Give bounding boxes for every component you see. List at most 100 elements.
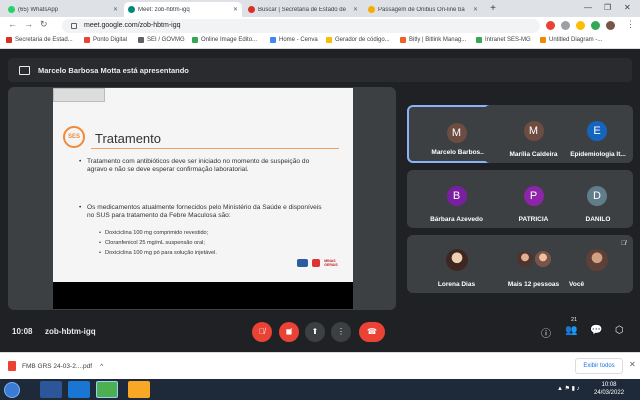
- forward-icon[interactable]: →: [24, 19, 33, 29]
- tab-title: Passagem de Ônibus On-line ba: [378, 6, 465, 13]
- avatar: M: [523, 121, 544, 141]
- participant-tile[interactable]: D DANILO: [561, 170, 633, 228]
- slide-subbullet: Doxiciclina 100 mg comprimido revestido;: [99, 230, 208, 237]
- bookmarks-bar: Secretaria de Estad... Ponto Digital SEI…: [0, 35, 640, 49]
- share-icon[interactable]: [561, 21, 570, 30]
- chevron-up-icon[interactable]: ^: [100, 363, 103, 370]
- participant-name: Você: [569, 281, 585, 288]
- self-photo: [586, 249, 608, 271]
- downloads-bar: FMB GRS 24-03-2....pdf ^ Exibir todos ✕: [0, 352, 640, 379]
- participant-name: Epidemiologia It...: [570, 151, 626, 158]
- maximize-icon[interactable]: ❐: [604, 3, 611, 12]
- meet-icon: [128, 6, 135, 13]
- new-tab-button[interactable]: +: [487, 3, 499, 15]
- tab-secretaria[interactable]: Buscar | Secretaria de Estado de ✕: [244, 2, 362, 17]
- close-icon[interactable]: ✕: [233, 6, 238, 13]
- bookmark-item[interactable]: SEI / GOVMG: [138, 37, 185, 43]
- word-icon[interactable]: [40, 381, 62, 398]
- tab-meet[interactable]: Meet: zob-hbtm-igq ✕: [124, 2, 242, 17]
- slide-letterbox: [53, 282, 353, 309]
- chat-icon[interactable]: 💬: [590, 325, 602, 336]
- bookmark-item[interactable]: Bitly | Bitlink Manag...: [400, 37, 466, 43]
- more-options-button[interactable]: ⋮: [331, 322, 351, 342]
- show-all-button[interactable]: Exibir todos: [575, 358, 623, 374]
- minimize-icon[interactable]: —: [584, 3, 592, 12]
- meeting-code: zob-hbtm-igq: [45, 327, 96, 336]
- address-bar-row: ← → ↻ meet.google.com/zob-hbtm-igq ⋮: [0, 17, 640, 35]
- meeting-time: 10:08: [12, 327, 33, 336]
- camera-indicator-icon[interactable]: [546, 21, 555, 30]
- back-icon[interactable]: ←: [8, 19, 17, 29]
- slide-bullet: Os medicamentos atualmente fornecidos pe…: [79, 204, 327, 220]
- tab-title: Meet: zob-hbtm-igq: [138, 6, 190, 13]
- reload-icon[interactable]: ↻: [40, 19, 48, 30]
- meeting-controls: 10:08 zob-hbtm-igq 🎙̸ ◼̸ ⬆ ⋮ ☎ ⓘ 21 👥 💬 …: [0, 317, 640, 346]
- avatar: P: [523, 186, 544, 206]
- url-input[interactable]: meet.google.com/zob-hbtm-igq: [62, 19, 540, 33]
- slideshow-toolbar: [53, 88, 105, 102]
- slide-subbullet: Doxiciclina 100 mg pó para solução injet…: [99, 250, 217, 257]
- slide-title: Tratamento: [95, 131, 161, 146]
- presentation-stage[interactable]: SES Tratamento Tratamento com antibiótic…: [8, 87, 396, 310]
- participant-name: DANILO: [585, 216, 611, 223]
- camera-toggle-button[interactable]: ◼̸: [279, 322, 299, 342]
- system-clock[interactable]: 10:08 24/03/2022: [594, 381, 624, 397]
- browser-tab-bar: (65) WhatsApp ✕ Meet: zob-hbtm-igq ✕ Bus…: [0, 0, 640, 17]
- tab-title: Buscar | Secretaria de Estado de: [258, 6, 346, 13]
- leave-call-button[interactable]: ☎: [359, 322, 385, 342]
- mic-off-icon: 🎙̸: [621, 240, 626, 247]
- bookmark-item[interactable]: Home - Cenva: [270, 37, 318, 43]
- tab-title: (65) WhatsApp: [18, 6, 59, 13]
- info-icon[interactable]: ⓘ: [541, 325, 551, 340]
- bookmark-icon: [326, 37, 332, 43]
- explorer-icon[interactable]: [128, 381, 150, 398]
- participant-count: 21: [571, 317, 578, 323]
- bookmark-item[interactable]: Secretaria de Estad...: [6, 37, 73, 43]
- download-item[interactable]: FMB GRS 24-03-2....pdf ^: [8, 361, 103, 371]
- extension-icon[interactable]: [591, 21, 600, 30]
- people-icon[interactable]: 👥: [565, 325, 577, 336]
- participant-tile[interactable]: E Epidemiologia It...: [561, 105, 633, 163]
- start-button[interactable]: [4, 382, 20, 398]
- whatsapp-icon: [8, 6, 15, 13]
- close-icon[interactable]: ✕: [629, 360, 636, 369]
- ie-icon[interactable]: [68, 381, 90, 398]
- activities-icon[interactable]: ⬡: [615, 325, 624, 336]
- avatar: B: [446, 186, 467, 206]
- url-text: meet.google.com/zob-hbtm-igq: [84, 22, 181, 29]
- bookmark-icon: [270, 37, 276, 43]
- tray-icons[interactable]: ▲ ⚑ ▮ ♪: [557, 385, 580, 392]
- minas-gerais-logo: MINAS GERAIS: [324, 259, 338, 267]
- chrome-icon[interactable]: [96, 381, 118, 398]
- present-screen-icon: [19, 65, 30, 75]
- close-icon[interactable]: ✕: [473, 6, 478, 13]
- secretaria-icon: [248, 6, 255, 13]
- bookmark-item[interactable]: Ponto Digital: [84, 37, 127, 43]
- tab-passagem[interactable]: Passagem de Ônibus On-line ba ✕: [364, 2, 482, 17]
- window-close-icon[interactable]: ✕: [624, 3, 631, 12]
- system-date: 24/03/2022: [594, 390, 625, 396]
- bookmark-icon: [6, 37, 12, 43]
- tab-whatsapp[interactable]: (65) WhatsApp ✕: [4, 2, 122, 17]
- bookmark-icon: [400, 37, 406, 43]
- bookmark-item[interactable]: Gerador de código...: [326, 37, 390, 43]
- mic-toggle-button[interactable]: 🎙̸: [252, 322, 272, 342]
- download-filename: FMB GRS 24-03-2....pdf: [22, 362, 93, 370]
- close-icon[interactable]: ✕: [353, 6, 358, 13]
- avatar: D: [587, 186, 607, 206]
- pdf-icon: [8, 361, 16, 371]
- avatar: M: [446, 123, 467, 143]
- slide-bullet: Tratamento com antibióticos deve ser ini…: [79, 158, 327, 174]
- bookmark-item[interactable]: Online Image Edito...: [192, 37, 257, 43]
- close-icon[interactable]: ✕: [113, 6, 118, 13]
- bookmark-icon: [138, 37, 144, 43]
- menu-icon[interactable]: ⋮: [626, 19, 635, 30]
- bookmark-item[interactable]: Untitled Diagram -...: [540, 37, 602, 43]
- present-button[interactable]: ⬆: [305, 322, 325, 342]
- participant-photo: [516, 251, 533, 267]
- star-icon[interactable]: [576, 21, 585, 30]
- bookmark-icon: [192, 37, 198, 43]
- bookmark-item[interactable]: Intranet SES-MG: [476, 37, 531, 43]
- self-tile[interactable]: 🎙̸ Você: [561, 235, 633, 293]
- profile-avatar[interactable]: [606, 21, 615, 30]
